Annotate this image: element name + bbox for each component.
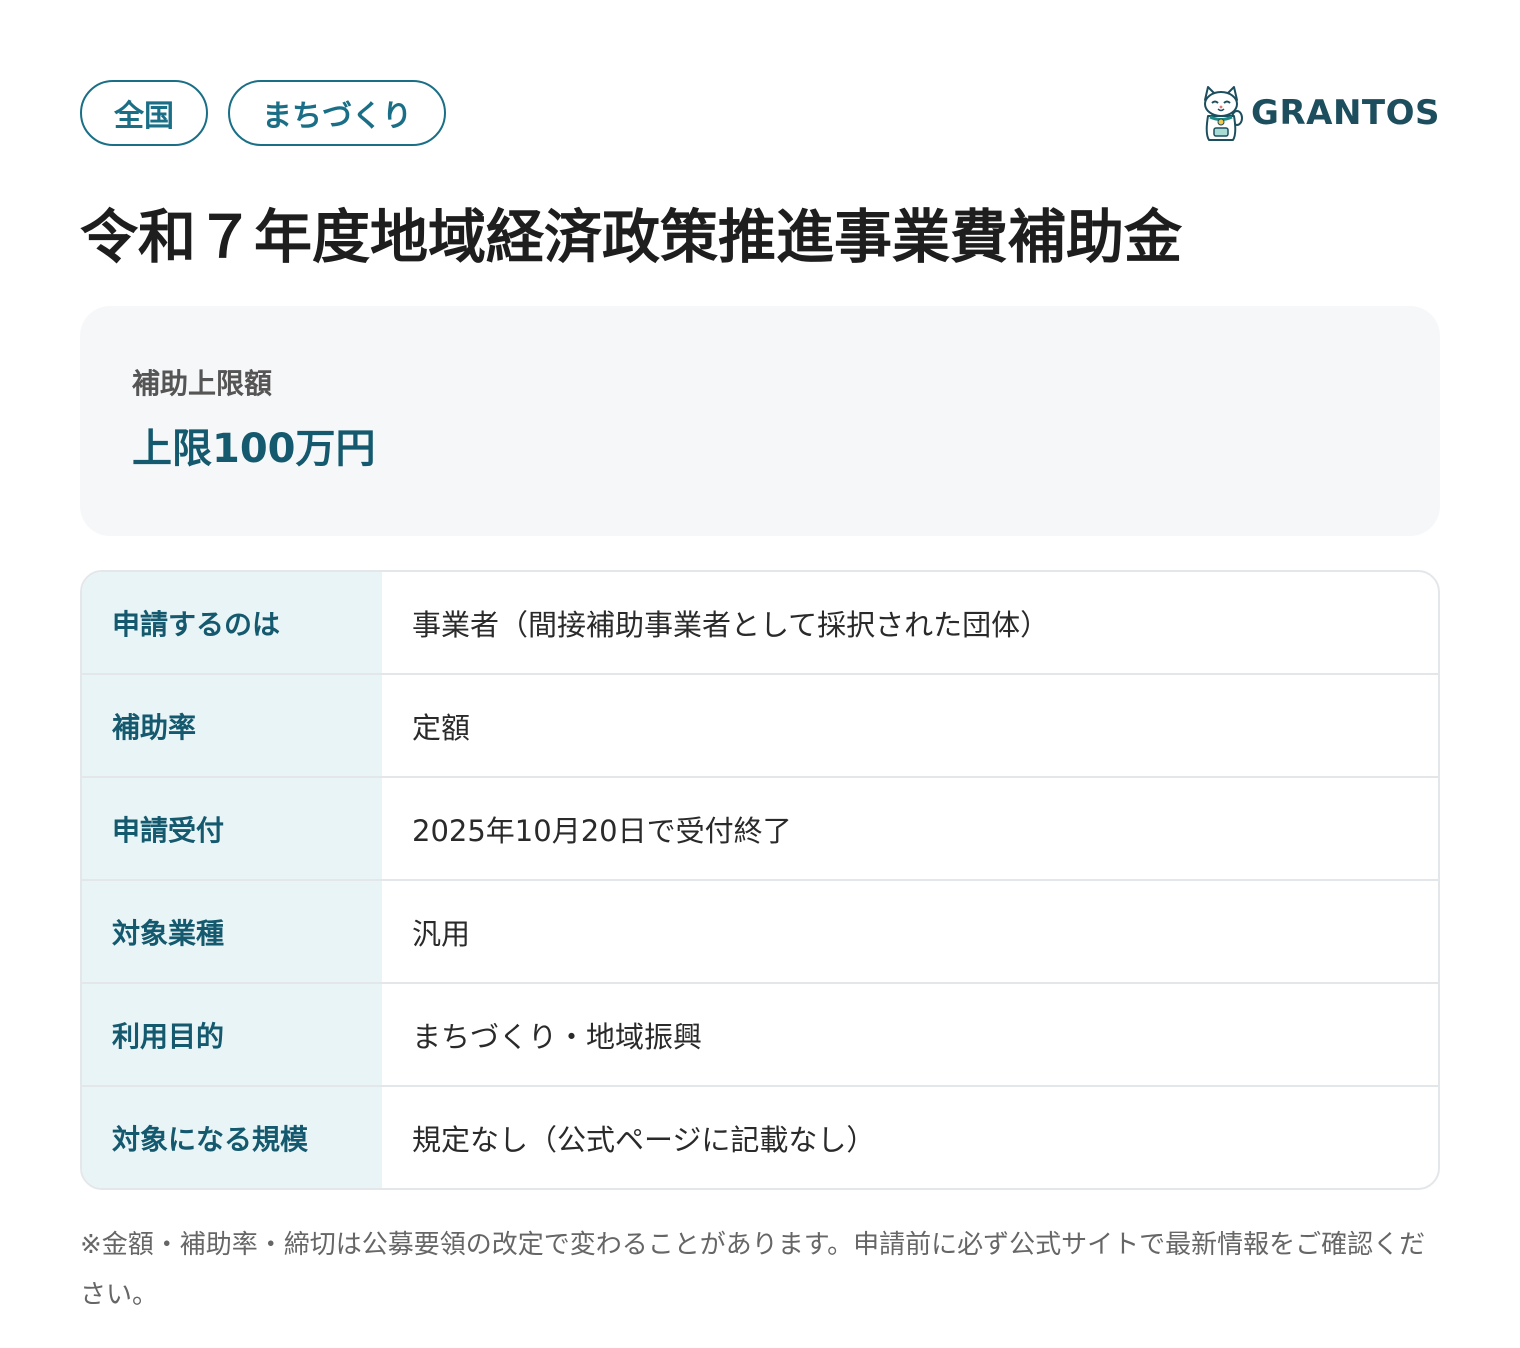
row-value-applicant: 事業者（間接補助事業者として採択された団体）	[412, 607, 1050, 642]
disclaimer-note: ※金額・補助率・締切は公募要領の改定で変わることがあります。申請前に必ず公式サイ…	[80, 1230, 1426, 1310]
tag-region[interactable]: 全国	[80, 80, 208, 146]
table-row: 申請受付 2025年10月20日で受付終了	[82, 776, 1438, 879]
table-row: 申請するのは 事業者（間接補助事業者として採択された団体）	[82, 572, 1438, 673]
row-key-scale: 対象になる規模	[82, 1087, 382, 1188]
brand-name: GRANTOS	[1251, 93, 1440, 133]
table-row: 対象業種 汎用	[82, 879, 1438, 982]
amount-value: 上限100万円	[132, 426, 376, 472]
row-value-scale: 規定なし（公式ページに記載なし）	[412, 1122, 876, 1157]
page-title: 令和７年度地域経済政策推進事業費補助金	[80, 203, 1183, 271]
header: 全国 まちづくり GRANTOS	[80, 80, 1440, 150]
amount-card: 補助上限額 上限100万円	[80, 306, 1440, 536]
row-key-purpose: 利用目的	[82, 984, 382, 1085]
table-row: 補助率 定額	[82, 673, 1438, 776]
row-key-subsidy-rate: 補助率	[82, 675, 382, 776]
row-value-purpose: まちづくり・地域振興	[412, 1019, 703, 1054]
row-key-application-period: 申請受付	[82, 778, 382, 879]
row-value-industry: 汎用	[412, 916, 471, 951]
grant-detail-page: 全国 まちづくり GRANTOS 令和７年度地域経済政策推進事業費補助金 補助上…	[80, 80, 1440, 1320]
brand-logo[interactable]: GRANTOS	[1199, 82, 1440, 144]
table-row: 対象になる規模 規定なし（公式ページに記載なし）	[82, 1085, 1438, 1188]
amount-label: 補助上限額	[132, 367, 273, 400]
table-row: 利用目的 まちづくり・地域振興	[82, 982, 1438, 1085]
row-value-subsidy-rate: 定額	[412, 710, 471, 745]
row-key-industry: 対象業種	[82, 881, 382, 982]
tag-category[interactable]: まちづくり	[228, 80, 446, 146]
detail-table: 申請するのは 事業者（間接補助事業者として採択された団体） 補助率 定額 申請受…	[80, 570, 1440, 1190]
row-key-applicant: 申請するのは	[82, 572, 382, 673]
row-value-application-period: 2025年10月20日で受付終了	[412, 813, 792, 848]
lucky-cat-icon	[1204, 86, 1244, 141]
